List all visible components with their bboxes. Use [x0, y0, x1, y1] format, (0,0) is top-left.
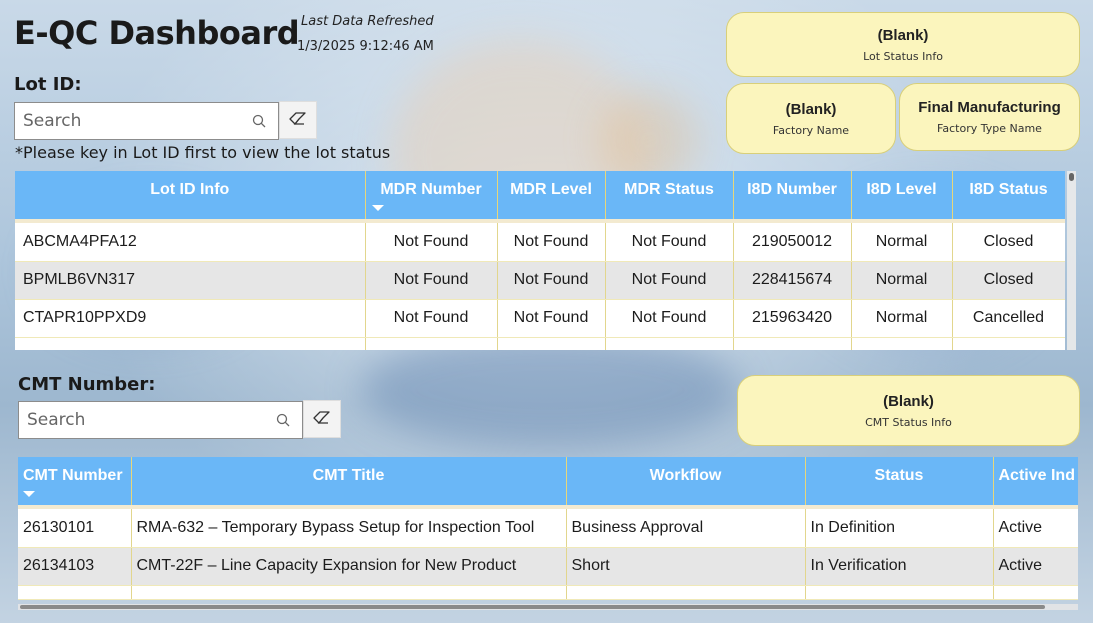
refresh-timestamp: 1/3/2025 9:12:46 AM — [297, 39, 434, 54]
cmt-status-card: (Blank) CMT Status Info — [737, 375, 1080, 446]
cmt-table-header: CMT Number CMT Title Workflow Status Act… — [18, 457, 1078, 505]
table-row[interactable]: ABCMA4PFA12 Not Found Not Found Not Foun… — [15, 223, 1065, 262]
col-workflow[interactable]: Workflow — [566, 457, 806, 505]
table-cell: Closed — [952, 223, 1065, 262]
lot-table-scrollbar[interactable] — [1067, 171, 1076, 350]
table-cell: Not Found — [365, 223, 498, 262]
table-cell: In Definition — [805, 509, 994, 548]
factory-name-value: (Blank) — [785, 100, 837, 118]
refresh-label: Last Data Refreshed — [301, 14, 434, 29]
cmt-table-hscrollbar[interactable] — [18, 604, 1078, 610]
lot-table-container: Lot ID Info MDR Number MDR Level MDR Sta… — [15, 171, 1065, 350]
col-cmt-number-label: CMT Number — [23, 467, 123, 484]
col-i8d-status[interactable]: I8D Status — [952, 171, 1065, 219]
table-cell: Active — [993, 509, 1078, 548]
lot-id-cell: CTAPR10PPXD9 — [15, 299, 366, 338]
page-title: E-QC Dashboard — [14, 14, 300, 52]
lot-id-search — [14, 102, 279, 140]
table-cell: Business Approval — [566, 509, 806, 548]
table-cell: Not Found — [365, 261, 498, 300]
factory-name-card: (Blank) Factory Name — [726, 83, 896, 154]
table-cell: Normal — [851, 261, 953, 300]
table-cell: Normal — [851, 299, 953, 338]
lot-status-card: (Blank) Lot Status Info — [726, 12, 1080, 77]
scrollbar-thumb[interactable] — [20, 605, 1045, 609]
table-row[interactable]: BPMLB6VN317 Not Found Not Found Not Foun… — [15, 261, 1065, 300]
col-mdr-level[interactable]: MDR Level — [497, 171, 606, 219]
table-row[interactable]: CTAPR10PPXD9 Not Found Not Found Not Fou… — [15, 299, 1065, 338]
table-row[interactable]: 26134103 CMT-22F – Line Capacity Expansi… — [18, 547, 1078, 586]
table-cell: Not Found — [605, 223, 734, 262]
table-cell: Not Found — [365, 299, 498, 338]
eraser-icon — [313, 410, 331, 429]
table-cell: Closed — [952, 261, 1065, 300]
table-cell: Not Found — [605, 299, 734, 338]
table-cell: 219050012 — [733, 223, 852, 262]
table-cell: Not Found — [497, 261, 606, 300]
sort-down-icon — [23, 491, 35, 497]
col-mdr-status[interactable]: MDR Status — [605, 171, 734, 219]
lot-table-header: Lot ID Info MDR Number MDR Level MDR Sta… — [15, 171, 1065, 219]
search-icon[interactable] — [272, 409, 294, 431]
cmt-status-value: (Blank) — [883, 392, 934, 410]
col-active-ind[interactable]: Active Ind — [993, 457, 1078, 505]
cmt-number-search — [18, 401, 303, 439]
factory-name-label: Factory Name — [772, 123, 850, 137]
col-lot-id-info[interactable]: Lot ID Info — [15, 171, 366, 219]
table-row[interactable] — [15, 337, 1065, 350]
col-i8d-level[interactable]: I8D Level — [851, 171, 953, 219]
table-cell: 215963420 — [733, 299, 852, 338]
cmt-number-search-input[interactable] — [27, 410, 272, 430]
table-cell: Short — [566, 547, 806, 586]
col-cmt-number[interactable]: CMT Number — [18, 457, 132, 505]
lot-id-cell: BPMLB6VN317 — [15, 261, 366, 300]
lot-id-search-input[interactable] — [23, 111, 248, 131]
lot-status-value: (Blank) — [877, 26, 929, 44]
factory-type-value: Final Manufacturing — [918, 99, 1061, 116]
table-cell: Active — [993, 547, 1078, 586]
col-status[interactable]: Status — [805, 457, 994, 505]
table-cell: CMT-22F – Line Capacity Expansion for Ne… — [131, 547, 567, 586]
cmt-number-cell: 26130101 — [18, 509, 132, 548]
scrollbar-thumb[interactable] — [1069, 173, 1074, 181]
eraser-icon — [289, 111, 307, 130]
factory-type-card: Final Manufacturing Factory Type Name — [899, 83, 1080, 151]
factory-type-label: Factory Type Name — [937, 122, 1042, 135]
lot-table: Lot ID Info MDR Number MDR Level MDR Sta… — [15, 171, 1065, 350]
table-cell: Not Found — [497, 299, 606, 338]
table-cell: Not Found — [605, 261, 734, 300]
sort-down-icon — [371, 205, 384, 211]
table-cell: Not Found — [497, 223, 606, 262]
table-cell: Cancelled — [952, 299, 1065, 338]
cmt-number-label: CMT Number: — [18, 374, 156, 395]
table-cell: RMA-632 – Temporary Bypass Setup for Ins… — [131, 509, 567, 548]
cmt-number-cell: 26134103 — [18, 547, 132, 586]
cmt-table: CMT Number CMT Title Workflow Status Act… — [18, 457, 1078, 600]
lot-id-cell: ABCMA4PFA12 — [15, 223, 366, 262]
lot-status-label: Lot Status Info — [863, 49, 943, 63]
lot-id-label: Lot ID: — [14, 74, 82, 95]
lot-id-clear-button[interactable] — [279, 101, 317, 139]
table-cell: 228415674 — [733, 261, 852, 300]
lot-id-hint: *Please key in Lot ID first to view the … — [15, 143, 391, 162]
col-i8d-number[interactable]: I8D Number — [733, 171, 852, 219]
col-cmt-title[interactable]: CMT Title — [131, 457, 567, 505]
col-mdr-number-label: MDR Number — [380, 181, 482, 198]
table-cell: In Verification — [805, 547, 994, 586]
cmt-table-container: CMT Number CMT Title Workflow Status Act… — [18, 457, 1078, 604]
search-icon[interactable] — [248, 110, 270, 132]
cmt-status-label: CMT Status Info — [865, 415, 952, 429]
col-mdr-number[interactable]: MDR Number — [365, 171, 498, 219]
table-cell: Normal — [851, 223, 953, 262]
cmt-number-clear-button[interactable] — [303, 400, 341, 438]
table-row[interactable] — [18, 585, 1078, 600]
table-row[interactable]: 26130101 RMA-632 – Temporary Bypass Setu… — [18, 509, 1078, 548]
